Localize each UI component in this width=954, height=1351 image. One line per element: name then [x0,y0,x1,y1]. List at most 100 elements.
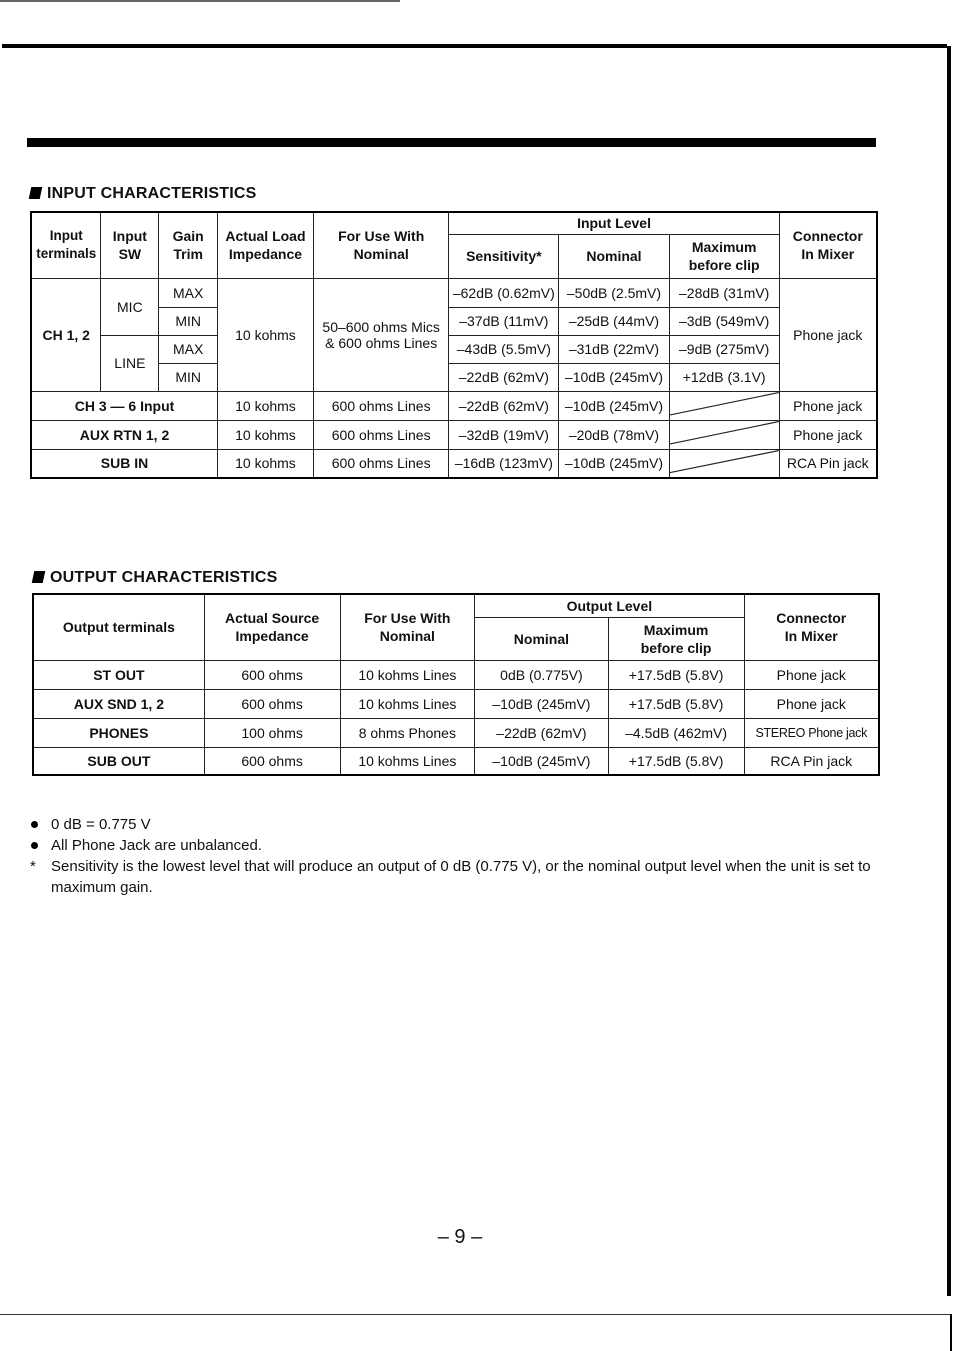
header-input-level: Input Level [448,211,780,235]
input-characteristics-title: INPUT CHARACTERISTICS [47,185,257,202]
gain-trim: MIN [158,362,219,392]
for-use-with-cell: 10 kohms Lines [339,688,476,719]
sensitivity-cell: –62dB (0.62mV) [448,277,560,308]
note-text: 0 dB = 0.775 V [51,816,151,833]
sensitivity-cell: –22dB (62mV) [448,362,560,392]
max-cell-not-applicable [668,390,780,421]
sensitivity-cell: –43dB (5.5mV) [448,334,560,364]
terminal-cell: PHONES [32,717,205,748]
nominal-cell: –10dB (245mV) [558,362,670,392]
header-input-terminals: Input terminals [30,211,102,279]
input-sw-line: LINE [100,334,160,392]
header-connector-in-mixer: Connector In Mixer [743,593,880,661]
header-gain-trim: Gain Trim [158,211,219,279]
gain-trim: MIN [158,306,219,336]
gain-trim: MAX [158,277,219,308]
impedance-cell: 600 ohms [203,659,341,690]
terminal-cell: SUB OUT [32,746,205,776]
square-bullet-icon [31,571,46,583]
diagonal-slash-icon [670,392,779,420]
header-maximum-before-clip: Maximum before clip [607,616,745,661]
header-nominal: Nominal [474,616,609,661]
connector-cell: RCA Pin jack [778,448,878,479]
footer-rule [0,1314,951,1315]
output-characteristics-heading: OUTPUT CHARACTERISTICS [31,569,278,587]
impedance-cell: 600 ohms [203,746,341,776]
nominal-cell: 0dB (0.775V) [474,659,609,690]
max-cell: +17.5dB (5.8V) [607,746,745,776]
right-margin-rule [947,46,951,1296]
header-connector-in-mixer: Connector In Mixer [778,211,878,279]
max-cell: +17.5dB (5.8V) [607,659,745,690]
output-characteristics-table: Output terminals Actual Source Impedance… [32,593,880,776]
max-cell-not-applicable [668,419,780,450]
max-cell-not-applicable [668,448,780,479]
table-row: MIN –22dB (62mV) –10dB (245mV) +12dB (3.… [31,362,877,392]
bullet-icon [30,814,51,835]
connector-cell: STEREO Phone jack [743,717,880,748]
ch12-for-use-with: 50–600 ohms Mics & 600 ohms Lines [312,277,450,392]
ch12-terminal: CH 1, 2 [30,277,102,392]
nominal-cell: –31dB (22mV) [558,334,670,364]
nominal-cell: –22dB (62mV) [474,717,609,748]
table-row: MIN –37dB (11mV) –25dB (44mV) –3dB (549m… [31,306,877,336]
note-item: 0 dB = 0.775 V [30,814,890,835]
connector-cell: Phone jack [778,419,878,450]
impedance-cell: 10 kohms [217,448,314,479]
sensitivity-cell: –37dB (11mV) [448,306,560,336]
header-input-sw: Input SW [100,211,160,279]
max-cell: +12dB (3.1V) [668,362,780,392]
connector-cell: Phone jack [743,659,880,690]
terminal-cell: SUB IN [30,448,219,479]
nominal-cell: –25dB (44mV) [558,306,670,336]
table-row: PHONES 100 ohms 8 ohms Phones –22dB (62m… [32,717,880,748]
terminal-cell: AUX RTN 1, 2 [30,419,219,450]
for-use-with-cell: 10 kohms Lines [339,659,476,690]
note-text: Sensitivity is the lowest level that wil… [51,858,871,896]
note-item: All Phone Jack are unbalanced. [30,835,890,856]
header-for-use-with-nominal: For Use With Nominal [312,211,450,279]
nominal-cell: –10dB (245mV) [558,390,670,421]
header-for-use-with-nominal: For Use With Nominal [339,593,476,661]
impedance-cell: 600 ohms [203,688,341,719]
for-use-with-cell: 600 ohms Lines [312,390,450,421]
connector-cell: Phone jack [778,390,878,421]
nominal-cell: –10dB (245mV) [474,746,609,776]
header-sensitivity: Sensitivity* [448,233,560,279]
header-rule [2,44,947,48]
square-bullet-icon [28,187,43,199]
sensitivity-cell: –22dB (62mV) [448,390,560,421]
output-header-row: Output terminals Actual Source Impedance… [32,593,880,661]
gain-trim: MAX [158,334,219,364]
ch12-connector: Phone jack [778,277,878,392]
connector-cell: Phone jack [743,688,880,719]
note-text: All Phone Jack are unbalanced. [51,837,262,854]
for-use-with-cell: 600 ohms Lines [312,419,450,450]
notes-list: 0 dB = 0.775 V All Phone Jack are unbala… [30,814,890,898]
table-row: LINE MAX –43dB (5.5mV) –31dB (22mV) –9dB… [31,334,877,392]
connector-cell: RCA Pin jack [743,746,880,776]
terminal-cell: AUX SND 1, 2 [32,688,205,719]
impedance-cell: 10 kohms [217,390,314,421]
section-divider-bar [27,138,876,147]
for-use-with-cell: 600 ohms Lines [312,448,450,479]
table-row: CH 3 — 6 Input 10 kohms 600 ohms Lines –… [30,390,878,421]
nominal-cell: –50dB (2.5mV) [558,277,670,308]
for-use-with-cell: 8 ohms Phones [339,717,476,748]
max-cell: –3dB (549mV) [668,306,780,336]
top-edge-rule [0,0,400,2]
nominal-cell: –10dB (245mV) [474,688,609,719]
diagonal-slash-icon [670,421,779,449]
footer-right-rule [950,1314,952,1351]
diagonal-slash-icon [670,450,779,478]
header-actual-load-impedance: Actual Load Impedance [217,211,314,279]
impedance-cell: 10 kohms [217,419,314,450]
sensitivity-cell: –32dB (19mV) [448,419,560,450]
max-cell: –28dB (31mV) [668,277,780,308]
input-characteristics-heading: INPUT CHARACTERISTICS [28,185,257,203]
header-output-terminals: Output terminals [32,593,205,661]
header-output-level: Output Level [474,593,745,618]
header-maximum-before-clip: Maximum before clip [668,233,780,279]
note-item: * Sensitivity is the lowest level that w… [30,856,890,898]
table-row: CH 1, 2 MIC MAX 10 kohms 50–600 ohms Mic… [30,277,878,392]
